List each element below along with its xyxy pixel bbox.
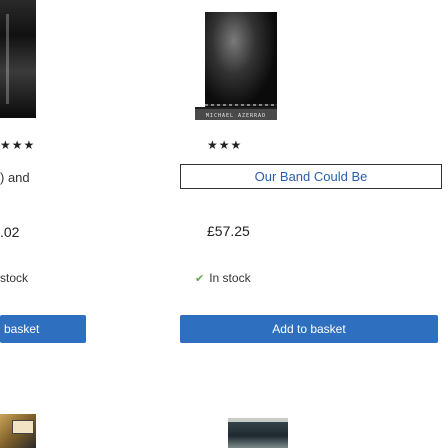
stock-status: ✔ In stock [195,271,251,285]
stock-status: stock [0,271,29,285]
stock-status-label: In stock [209,271,251,285]
product-price: .02 [0,224,20,240]
product-cover-image[interactable] [0,414,36,448]
product-price: £57.25 [207,223,250,239]
cover-badge [12,420,34,434]
product-cover-image[interactable] [0,0,36,118]
star-rating: ★★★ [207,138,243,152]
add-to-basket-button[interactable]: basket [0,315,86,343]
star-rating: ★★★ [0,138,36,152]
cover-author-text: MICHAEL AZERRAD [195,107,277,120]
check-icon: ✔ [195,273,205,285]
product-cover-image[interactable] [228,418,288,448]
product-title-link[interactable]: Our Band Could Be [180,164,442,189]
product-title-link[interactable]: ) and [0,170,30,185]
product-grid: ★★★ ) and .02 stock basket MICHAEL AZERR… [0,0,448,448]
product-cover-image[interactable]: MICHAEL AZERRAD [195,12,277,120]
cover-stripe [205,104,277,106]
add-to-basket-button[interactable]: Add to basket [180,315,438,343]
cover-artwork [205,12,277,108]
